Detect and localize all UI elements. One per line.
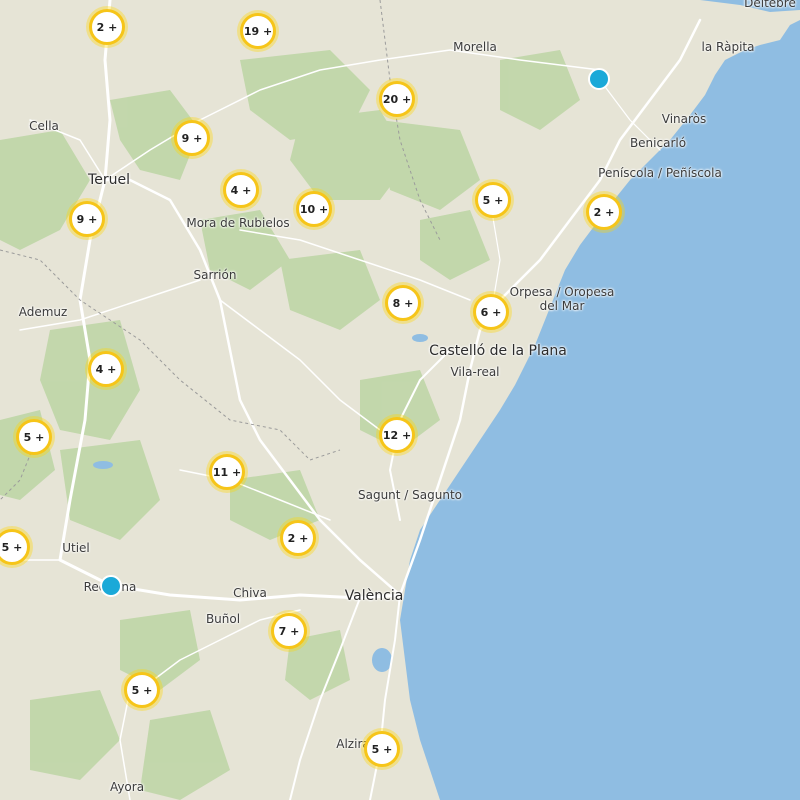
- place-label-utiel: Utiel: [62, 541, 90, 556]
- cluster-marker[interactable]: 4 +: [85, 348, 127, 390]
- place-label-ayora: Ayora: [109, 780, 145, 795]
- cluster-count: 7 +: [271, 613, 307, 649]
- place-label-peniscola: Peníscola / Peñíscola: [598, 166, 722, 181]
- place-label-castello-de-la-plana: Castelló de la Plana: [429, 342, 567, 359]
- place-label-teruel: Teruel: [88, 171, 130, 188]
- place-label-orpesa: Orpesa / Oropesa del Mar: [509, 285, 615, 313]
- cluster-marker[interactable]: 9 +: [66, 198, 108, 240]
- location-marker-north[interactable]: [588, 68, 610, 90]
- cluster-marker[interactable]: 4 +: [220, 169, 262, 211]
- cluster-marker[interactable]: 2 +: [277, 517, 319, 559]
- place-label-la-rapita: la Ràpita: [701, 40, 755, 55]
- cluster-count: 10 +: [296, 191, 332, 227]
- cluster-count: 4 +: [88, 351, 124, 387]
- cluster-marker[interactable]: 7 +: [268, 610, 310, 652]
- place-label-valencia: València: [344, 587, 404, 604]
- cluster-marker[interactable]: 5 +: [361, 728, 403, 770]
- cluster-marker[interactable]: 12 +: [376, 414, 418, 456]
- location-marker-requena[interactable]: [100, 575, 122, 597]
- cluster-count: 5 +: [124, 672, 160, 708]
- cluster-count: 6 +: [473, 294, 509, 330]
- place-label-vila-real: Vila-real: [450, 365, 500, 380]
- cluster-count: 9 +: [69, 201, 105, 237]
- place-label-benicarlo: Benicarló: [629, 136, 687, 151]
- place-label-cella: Cella: [29, 119, 59, 134]
- cluster-count: 12 +: [379, 417, 415, 453]
- cluster-count: 5 +: [364, 731, 400, 767]
- cluster-marker[interactable]: 5 +: [472, 179, 514, 221]
- cluster-marker[interactable]: 20 +: [376, 78, 418, 120]
- map-canvas[interactable]: Deltebre Morella la Ràpita Cella Vinaròs…: [0, 0, 800, 800]
- cluster-count: 20 +: [379, 81, 415, 117]
- cluster-marker[interactable]: 19 +: [237, 10, 279, 52]
- cluster-count: 8 +: [385, 285, 421, 321]
- cluster-count: 2 +: [89, 9, 125, 45]
- cluster-count: 4 +: [223, 172, 259, 208]
- cluster-count: 19 +: [240, 13, 276, 49]
- cluster-count: 11 +: [209, 454, 245, 490]
- cluster-marker[interactable]: 2 +: [583, 191, 625, 233]
- cluster-marker[interactable]: 5 +: [121, 669, 163, 711]
- cluster-count: 5 +: [16, 419, 52, 455]
- place-label-mora-de-rubielos: Mora de Rubielos: [186, 216, 290, 231]
- cluster-count: 5 +: [475, 182, 511, 218]
- cluster-count: 5 +: [0, 529, 30, 565]
- place-label-bunol: Buñol: [205, 612, 241, 627]
- cluster-marker[interactable]: 2 +: [86, 6, 128, 48]
- place-label-chiva: Chiva: [233, 586, 267, 601]
- cluster-marker[interactable]: 6 +: [470, 291, 512, 333]
- place-label-sagunt: Sagunt / Sagunto: [357, 488, 463, 503]
- cluster-marker[interactable]: 9 +: [171, 117, 213, 159]
- cluster-marker[interactable]: 8 +: [382, 282, 424, 324]
- cluster-marker[interactable]: 5 +: [13, 416, 55, 458]
- place-label-morella: Morella: [453, 40, 497, 55]
- cluster-count: 2 +: [586, 194, 622, 230]
- cluster-count: 9 +: [174, 120, 210, 156]
- place-label-vinaros: Vinaròs: [661, 112, 707, 127]
- place-label-sarrion: Sarrión: [193, 268, 237, 283]
- cluster-count: 2 +: [280, 520, 316, 556]
- place-label-ademuz: Ademuz: [18, 305, 68, 320]
- place-label-deltebre: Deltebre: [744, 0, 796, 11]
- cluster-marker[interactable]: 11 +: [206, 451, 248, 493]
- cluster-marker[interactable]: 10 +: [293, 188, 335, 230]
